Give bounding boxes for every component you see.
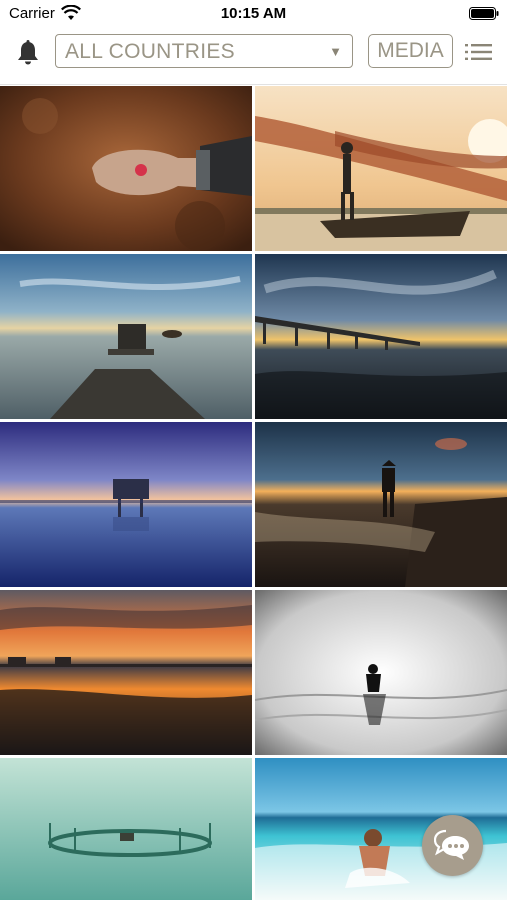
photo-pier xyxy=(0,254,252,419)
photo-orange-sunset xyxy=(0,590,252,755)
photo-jetty xyxy=(255,254,507,419)
photo-tile[interactable] xyxy=(255,422,507,587)
photo-tile[interactable] xyxy=(255,86,507,251)
dropdown-caret-icon: ▼ xyxy=(329,44,342,59)
photo-hand xyxy=(0,86,252,251)
photo-tile[interactable] xyxy=(0,86,252,251)
status-bar: Carrier 10:15 AM xyxy=(0,0,507,28)
photo-tile[interactable] xyxy=(0,422,252,587)
top-toolbar: ALL COUNTRIES ▼ MEDIA xyxy=(0,28,507,85)
photo-fisherman-net xyxy=(255,86,507,251)
country-filter-select[interactable]: ALL COUNTRIES ▼ xyxy=(55,34,353,68)
media-button[interactable]: MEDIA xyxy=(368,34,453,68)
photo-tile[interactable] xyxy=(0,590,252,755)
chat-bubbles-icon xyxy=(434,829,469,860)
photo-fish-trap xyxy=(0,758,252,900)
photo-tile[interactable] xyxy=(255,254,507,419)
photo-stilt-hut xyxy=(0,422,252,587)
photo-tile[interactable] xyxy=(0,254,252,419)
list-icon[interactable] xyxy=(465,42,493,62)
photo-grid xyxy=(0,85,507,900)
photo-tile[interactable] xyxy=(255,590,507,755)
bell-icon[interactable] xyxy=(14,39,42,67)
clock: 10:15 AM xyxy=(220,5,287,22)
photo-tile[interactable] xyxy=(0,758,252,900)
photo-dusk-wader xyxy=(255,422,507,587)
chat-button[interactable] xyxy=(422,815,483,876)
battery-icon xyxy=(469,7,499,20)
country-filter-value: ALL COUNTRIES xyxy=(65,40,235,63)
photo-monochrome-wader xyxy=(255,590,507,755)
